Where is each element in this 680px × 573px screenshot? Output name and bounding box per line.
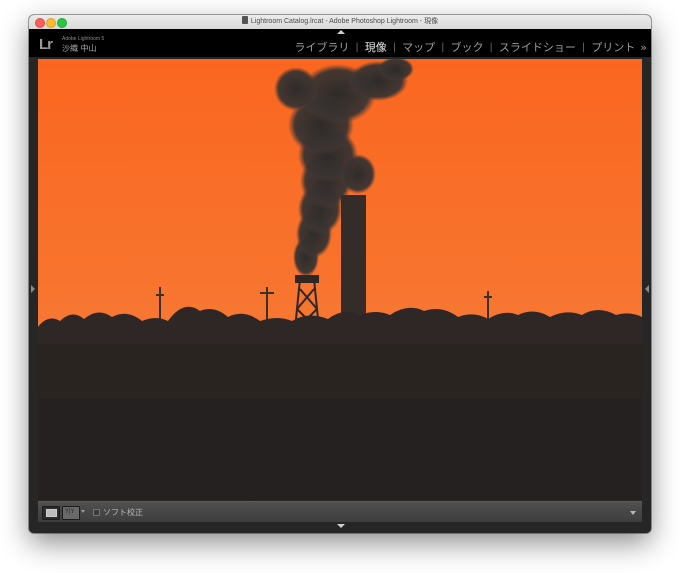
left-panel-toggle-icon[interactable] (31, 285, 35, 293)
more-modules-icon[interactable]: » (637, 41, 647, 54)
module-develop[interactable]: 現像 (363, 39, 389, 55)
module-separator: | (489, 41, 493, 53)
photo-preview[interactable] (38, 59, 642, 500)
title-bar[interactable]: Lightroom Catalog.lrcat - Adobe Photosho… (29, 15, 651, 30)
module-book[interactable]: ブック (449, 39, 486, 55)
module-separator: | (581, 41, 586, 53)
chimney (341, 195, 366, 325)
document-icon (241, 16, 248, 24)
toolbar-options-icon[interactable] (630, 511, 636, 515)
sunset-factory-photo (38, 59, 642, 500)
foreground-shadow (38, 399, 642, 500)
right-panel-toggle-icon[interactable] (645, 285, 649, 293)
soft-proofing-label[interactable]: ソフト校正 (103, 507, 143, 518)
soft-proofing-checkbox[interactable] (93, 509, 100, 516)
module-print[interactable]: プリント (589, 39, 637, 55)
lightroom-window: Lightroom Catalog.lrcat - Adobe Photosho… (29, 15, 651, 533)
develop-workspace: ソフト校正 (29, 57, 651, 533)
module-separator: | (355, 41, 359, 53)
window-title: Lightroom Catalog.lrcat - Adobe Photosho… (250, 18, 439, 25)
chevron-down-icon[interactable] (81, 510, 85, 513)
app-name: Adobe Lightroom 5 (62, 36, 105, 42)
module-library[interactable]: ライブラリ (292, 39, 351, 55)
module-separator: | (392, 41, 397, 53)
module-map[interactable]: マップ (400, 39, 437, 55)
module-slideshow[interactable]: スライドショー (497, 39, 578, 55)
module-separator: | (441, 41, 445, 53)
filmstrip-toggle-icon[interactable] (337, 524, 345, 528)
loupe-view-button[interactable] (42, 506, 60, 520)
top-panel-toggle-icon[interactable] (337, 30, 345, 34)
compare-view-button[interactable] (62, 506, 80, 520)
identity-plate-name: 沙織 中山 (62, 44, 97, 53)
develop-toolbar: ソフト校正 (38, 501, 642, 522)
module-picker: ライブラリ | 現像 | マップ | ブック | スライドショー | プリント … (292, 39, 647, 55)
window-title-area: Lightroom Catalog.lrcat - Adobe Photosho… (29, 16, 651, 28)
lightroom-logo: Lr (39, 36, 53, 53)
